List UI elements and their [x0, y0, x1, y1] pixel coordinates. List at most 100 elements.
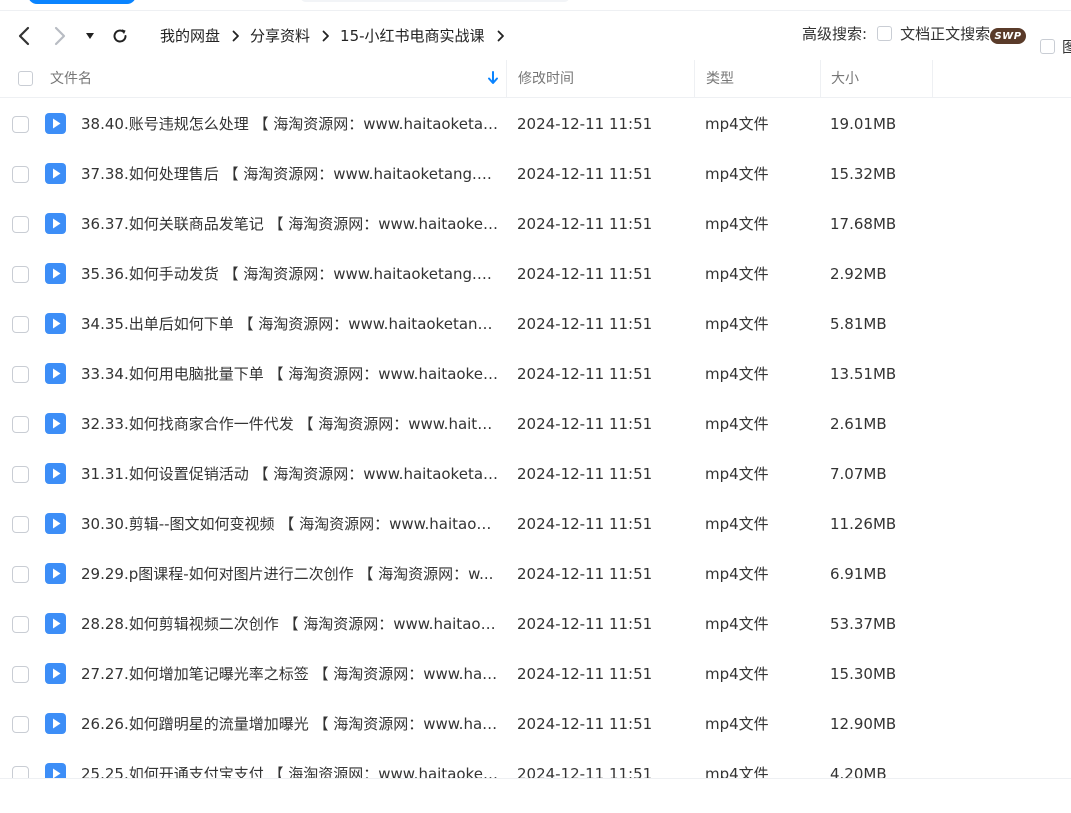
table-row[interactable]: 36.37.如何关联商品发笔记 【 海淘资源网：www.haitaoket...…	[0, 199, 1071, 249]
fulltext-search-label[interactable]: 文档正文搜索	[900, 23, 990, 44]
table-row[interactable]: 27.27.如何增加笔记曝光率之标签 【 海淘资源网：www.hai... 202…	[0, 649, 1071, 699]
file-type: mp4文件	[705, 215, 769, 233]
file-name[interactable]: 28.28.如何剪辑视频二次创作 【 海淘资源网：www.haitaok...	[81, 599, 499, 649]
file-modified-time: 2024-12-11 11:51	[517, 165, 653, 183]
row-checkbox[interactable]	[12, 716, 29, 733]
file-name[interactable]: 31.31.如何设置促销活动 【 海淘资源网：www.haitaoketan..…	[81, 449, 499, 499]
file-modified-time: 2024-12-11 11:51	[517, 665, 653, 683]
file-name[interactable]: 35.36.如何手动发货 【 海淘资源网：www.haitaoketang.c.…	[81, 249, 499, 299]
file-type: mp4文件	[705, 315, 769, 333]
file-modified-time: 2024-12-11 11:51	[517, 615, 653, 633]
table-row[interactable]: 30.30.剪辑--图文如何变视频 【 海淘资源网：www.haitaok...…	[0, 499, 1071, 549]
row-checkbox[interactable]	[12, 566, 29, 583]
table-row[interactable]: 37.38.如何处理售后 【 海淘资源网：www.haitaoketang.c.…	[0, 149, 1071, 199]
column-header-name[interactable]: 文件名	[50, 60, 506, 98]
image-search-checkbox[interactable]	[1040, 39, 1055, 54]
table-row[interactable]: 32.33.如何找商家合作一件代发 【 海淘资源网：www.haita... 20…	[0, 399, 1071, 449]
table-row[interactable]: 34.35.出单后如何下单 【 海淘资源网：www.haitaoketang..…	[0, 299, 1071, 349]
video-file-icon	[45, 713, 66, 734]
file-modified-time: 2024-12-11 11:51	[517, 565, 653, 583]
column-header-size[interactable]: 大小	[820, 60, 933, 98]
file-list: 38.40.账号违规怎么处理 【 海淘资源网：www.haitaoketan..…	[0, 99, 1071, 778]
table-row[interactable]: 26.26.如何蹭明星的流量增加曝光 【 海淘资源网：www.hai... 202…	[0, 699, 1071, 749]
table-row[interactable]: 38.40.账号违规怎么处理 【 海淘资源网：www.haitaoketan..…	[0, 99, 1071, 149]
table-row[interactable]: 28.28.如何剪辑视频二次创作 【 海淘资源网：www.haitaok... 2…	[0, 599, 1071, 649]
file-size: 12.90MB	[830, 715, 897, 733]
divider	[0, 778, 1071, 779]
file-type: mp4文件	[705, 265, 769, 283]
select-all-checkbox[interactable]	[18, 71, 33, 86]
file-name[interactable]: 29.29.p图课程-如何对图片进行二次创作 【 海淘资源网：w...	[81, 549, 499, 599]
video-file-icon	[45, 263, 66, 284]
file-type: mp4文件	[705, 415, 769, 433]
row-checkbox[interactable]	[12, 516, 29, 533]
table-row[interactable]: 35.36.如何手动发货 【 海淘资源网：www.haitaoketang.c.…	[0, 249, 1071, 299]
advanced-search-label: 高级搜索:	[802, 25, 868, 43]
refresh-icon[interactable]	[102, 18, 138, 54]
file-name[interactable]: 27.27.如何增加笔记曝光率之标签 【 海淘资源网：www.hai...	[81, 649, 499, 699]
video-file-icon	[45, 363, 66, 384]
file-size: 2.61MB	[830, 415, 887, 433]
breadcrumb-item-shared[interactable]: 分享资料	[250, 25, 310, 46]
file-name[interactable]: 25.25.如何开通支付宝支付 【 海淘资源网：www.haitaoket...	[81, 749, 499, 778]
search-bar-edge[interactable]	[300, 0, 570, 2]
column-header-type[interactable]: 类型	[694, 60, 820, 98]
row-checkbox[interactable]	[12, 116, 29, 133]
forward-icon[interactable]	[42, 18, 78, 54]
file-size: 19.01MB	[830, 115, 897, 133]
file-table-header: 文件名 修改时间 类型 大小	[0, 60, 1071, 98]
file-modified-time: 2024-12-11 11:51	[517, 265, 653, 283]
table-row[interactable]: 25.25.如何开通支付宝支付 【 海淘资源网：www.haitaoket...…	[0, 749, 1071, 778]
file-size: 2.92MB	[830, 265, 887, 283]
row-checkbox[interactable]	[12, 466, 29, 483]
sort-down-arrow-icon[interactable]	[487, 71, 499, 89]
row-checkbox[interactable]	[12, 366, 29, 383]
row-checkbox[interactable]	[12, 216, 29, 233]
file-modified-time: 2024-12-11 11:51	[517, 365, 653, 383]
image-search-label[interactable]: 图	[1062, 36, 1071, 57]
swp-badge: SWP	[990, 28, 1026, 44]
row-checkbox[interactable]	[12, 266, 29, 283]
video-file-icon	[45, 763, 66, 778]
table-row[interactable]: 29.29.p图课程-如何对图片进行二次创作 【 海淘资源网：w... 2024-…	[0, 549, 1071, 599]
file-type: mp4文件	[705, 115, 769, 133]
file-size: 15.32MB	[830, 165, 897, 183]
breadcrumb: 我的网盘 分享资料 15-小红书电商实战课	[160, 25, 515, 46]
chevron-right-icon[interactable]	[497, 30, 505, 42]
file-name[interactable]: 37.38.如何处理售后 【 海淘资源网：www.haitaoketang.c.…	[81, 149, 499, 199]
file-name[interactable]: 26.26.如何蹭明星的流量增加曝光 【 海淘资源网：www.hai...	[81, 699, 499, 749]
file-size: 17.68MB	[830, 215, 897, 233]
table-row[interactable]: 33.34.如何用电脑批量下单 【 海淘资源网：www.haitaoket...…	[0, 349, 1071, 399]
row-checkbox[interactable]	[12, 666, 29, 683]
back-icon[interactable]	[6, 18, 42, 54]
file-size: 4.20MB	[830, 765, 887, 778]
row-checkbox[interactable]	[12, 166, 29, 183]
file-name[interactable]: 30.30.剪辑--图文如何变视频 【 海淘资源网：www.haitaok...	[81, 499, 499, 549]
column-header-modified[interactable]: 修改时间	[506, 60, 694, 98]
file-type: mp4文件	[705, 615, 769, 633]
file-name[interactable]: 36.37.如何关联商品发笔记 【 海淘资源网：www.haitaoket...	[81, 199, 499, 249]
file-size: 6.91MB	[830, 565, 887, 583]
file-size: 5.81MB	[830, 315, 887, 333]
table-row[interactable]: 31.31.如何设置促销活动 【 海淘资源网：www.haitaoketan..…	[0, 449, 1071, 499]
video-file-icon	[45, 513, 66, 534]
row-checkbox[interactable]	[12, 616, 29, 633]
file-name[interactable]: 33.34.如何用电脑批量下单 【 海淘资源网：www.haitaoket...	[81, 349, 499, 399]
file-type: mp4文件	[705, 365, 769, 383]
history-dropdown-icon[interactable]	[78, 18, 102, 54]
video-file-icon	[45, 313, 66, 334]
file-modified-time: 2024-12-11 11:51	[517, 115, 653, 133]
file-size: 7.07MB	[830, 465, 887, 483]
row-checkbox[interactable]	[12, 316, 29, 333]
breadcrumb-item-current[interactable]: 15-小红书电商实战课	[340, 25, 485, 46]
file-name[interactable]: 32.33.如何找商家合作一件代发 【 海淘资源网：www.haita...	[81, 399, 499, 449]
row-checkbox[interactable]	[12, 766, 29, 778]
row-checkbox[interactable]	[12, 416, 29, 433]
upload-button-edge[interactable]	[28, 0, 136, 4]
file-name[interactable]: 34.35.出单后如何下单 【 海淘资源网：www.haitaoketang..…	[81, 299, 499, 349]
file-type: mp4文件	[705, 765, 769, 778]
fulltext-search-checkbox[interactable]	[877, 26, 893, 41]
file-modified-time: 2024-12-11 11:51	[517, 515, 653, 533]
file-name[interactable]: 38.40.账号违规怎么处理 【 海淘资源网：www.haitaoketan..…	[81, 99, 499, 149]
breadcrumb-item-root[interactable]: 我的网盘	[160, 25, 220, 46]
